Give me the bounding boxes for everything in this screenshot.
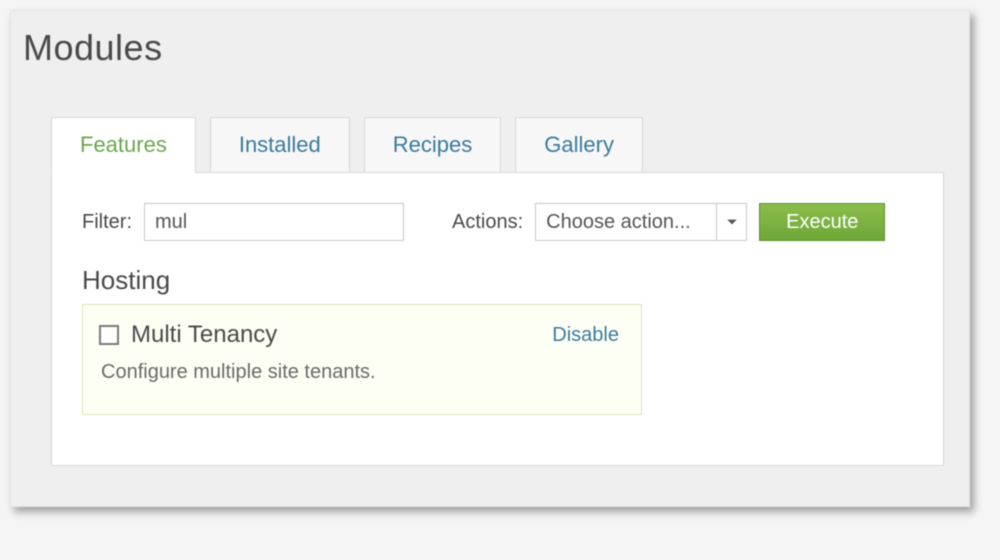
filter-input[interactable]	[144, 203, 404, 241]
execute-button[interactable]: Execute	[759, 203, 885, 241]
tab-recipes[interactable]: Recipes	[364, 117, 501, 173]
actions-label: Actions:	[452, 211, 523, 234]
features-panel: Filter: Actions: Choose action... Execut…	[51, 172, 944, 466]
chevron-down-icon[interactable]	[716, 204, 746, 240]
filter-label: Filter:	[82, 211, 132, 234]
feature-name: Multi Tenancy	[131, 321, 552, 349]
toolbar: Filter: Actions: Choose action... Execut…	[82, 203, 913, 241]
actions-selected: Choose action...	[536, 204, 716, 240]
tab-gallery[interactable]: Gallery	[515, 117, 643, 173]
feature-checkbox[interactable]	[99, 325, 119, 345]
group-title: Hosting	[82, 265, 913, 296]
page-title: Modules	[23, 27, 944, 69]
tabstrip: Features Installed Recipes Gallery	[51, 117, 944, 173]
feature-disable-link[interactable]: Disable	[552, 324, 619, 347]
feature-description: Configure multiple site tenants.	[101, 361, 619, 384]
tab-installed[interactable]: Installed	[210, 117, 350, 173]
modules-page: Modules Features Installed Recipes Galle…	[10, 10, 970, 507]
feature-card: Multi Tenancy Disable Configure multiple…	[82, 304, 642, 415]
tab-features[interactable]: Features	[51, 117, 196, 173]
feature-head: Multi Tenancy Disable	[99, 321, 619, 349]
actions-select[interactable]: Choose action...	[535, 203, 747, 241]
